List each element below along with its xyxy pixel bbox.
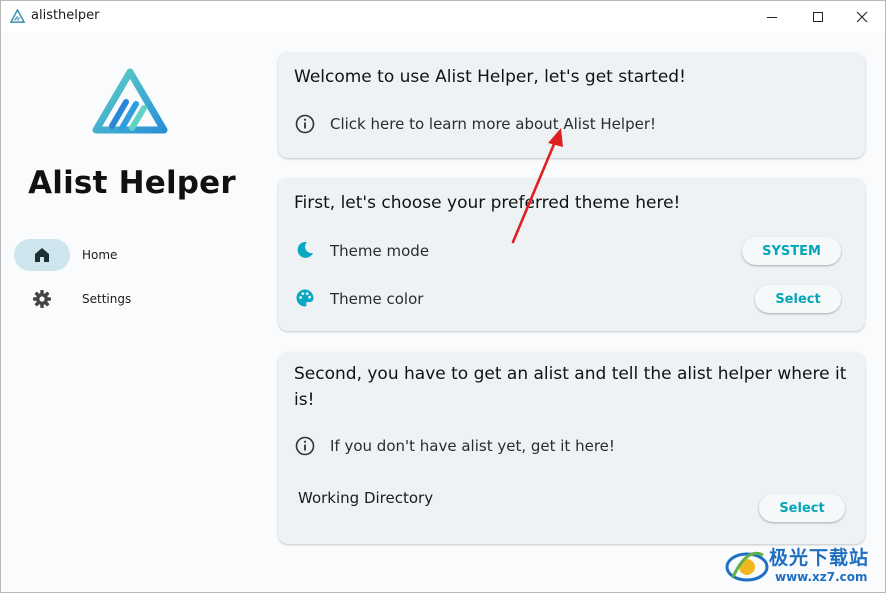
gear-icon (33, 290, 51, 308)
welcome-title: Welcome to use Alist Helper, let's get s… (294, 67, 686, 87)
get-alist-link[interactable]: If you don't have alist yet, get it here… (330, 437, 615, 455)
minimize-button[interactable] (749, 1, 795, 32)
sidebar-item-home[interactable]: Home (14, 239, 254, 271)
watermark: 极光下载站 www.xz7.com (723, 541, 883, 591)
window-title: alisthelper (31, 8, 100, 23)
watermark-logo-icon (725, 551, 769, 582)
main-content: Welcome to use Alist Helper, let's get s… (263, 32, 885, 592)
alist-card: Second, you have to get an alist and tel… (278, 352, 865, 544)
close-button[interactable] (839, 1, 885, 32)
theme-mode-button[interactable]: SYSTEM (742, 237, 841, 265)
home-icon (35, 248, 49, 262)
palette-icon (296, 289, 314, 307)
alist-logo-icon (92, 68, 168, 134)
theme-title: First, let's choose your preferred theme… (294, 193, 681, 213)
sidebar-item-label: Home (82, 248, 118, 262)
learn-more-link[interactable]: Click here to learn more about Alist Hel… (330, 115, 656, 133)
minimize-icon (767, 16, 777, 18)
working-directory-select-button[interactable]: Select (759, 494, 845, 522)
theme-color-label: Theme color (330, 290, 424, 308)
theme-card: First, let's choose your preferred theme… (278, 178, 865, 331)
welcome-card: Welcome to use Alist Helper, let's get s… (278, 52, 865, 158)
nav-indicator (14, 239, 70, 271)
title-bar[interactable]: alisthelper (1, 1, 885, 32)
nav-indicator (14, 283, 70, 315)
sidebar: Alist Helper Home Settings (1, 32, 263, 592)
watermark-url: www.xz7.com (775, 570, 868, 584)
info-icon (295, 114, 315, 134)
maximize-button[interactable] (795, 1, 841, 32)
sidebar-item-settings[interactable]: Settings (14, 283, 254, 315)
working-directory-label: Working Directory (298, 489, 434, 507)
alist-title: Second, you have to get an alist and tel… (294, 364, 847, 410)
app-logo-icon (10, 9, 25, 23)
info-icon (295, 436, 315, 456)
maximize-icon (813, 11, 823, 22)
sidebar-item-label: Settings (82, 292, 132, 306)
app-window: alisthelper Alist Helper Home Settings W… (0, 0, 886, 593)
brand-title: Alist Helper (28, 165, 236, 201)
moon-icon (297, 241, 313, 258)
watermark-name: 极光下载站 (769, 547, 870, 569)
close-icon (856, 11, 868, 22)
theme-mode-label: Theme mode (330, 242, 430, 260)
theme-color-select-button[interactable]: Select (755, 285, 841, 313)
